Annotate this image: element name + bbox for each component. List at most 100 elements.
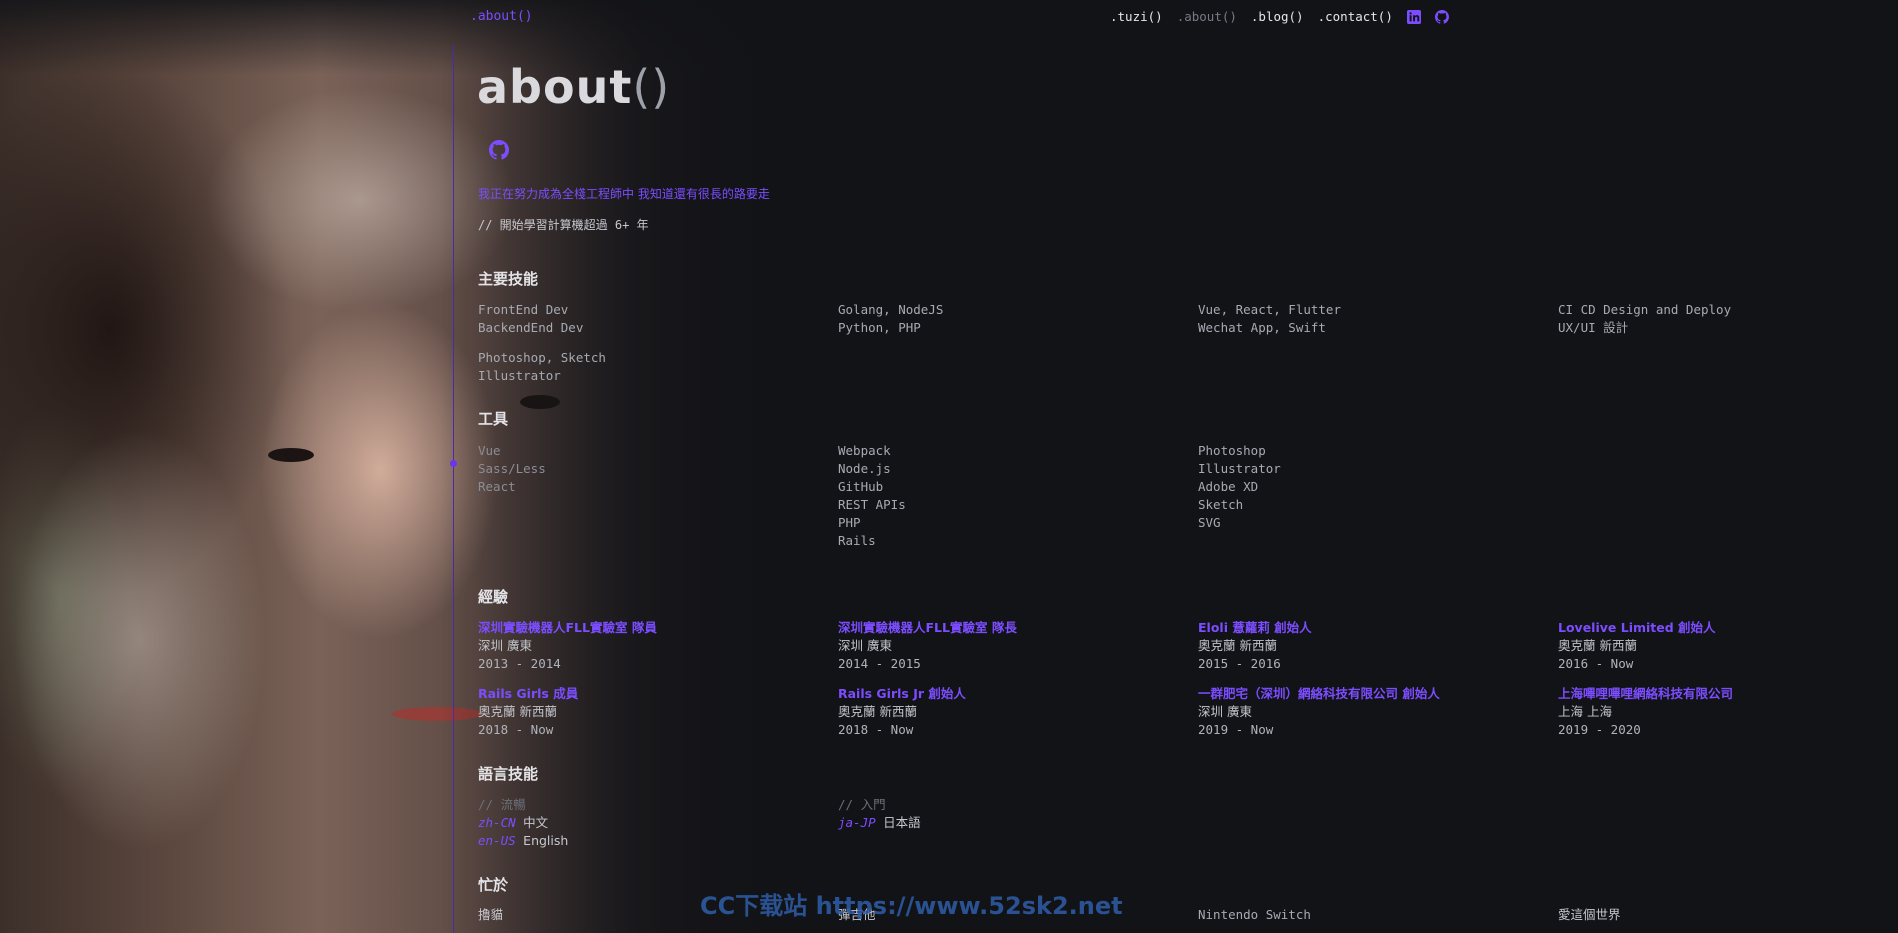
top-nav: .about() .tuzi() .about() .blog() .conta… xyxy=(0,0,1898,34)
busy-title: 忙於 xyxy=(478,876,509,894)
skill-item: BackendEnd Dev xyxy=(478,320,584,335)
since-text: // 開始學習計算機超過 6+ 年 xyxy=(478,218,649,232)
language-name: 日本語 xyxy=(883,815,921,830)
experience-role: Lovelive Limited 創始人 xyxy=(1558,620,1716,635)
experience-item: Lovelive Limited 創始人 奧克蘭 新西蘭 2016 - Now xyxy=(1558,619,1878,673)
skills-col-3: Vue, React, Flutter Wechat App, Swift xyxy=(1198,301,1558,385)
experience-location: 奧克蘭 新西蘭 xyxy=(478,704,557,719)
experience-years: 2019 - 2020 xyxy=(1558,722,1641,737)
page-title: about() xyxy=(477,60,670,114)
experience-role: 上海嗶哩嗶哩網絡科技有限公司 xyxy=(1558,686,1734,701)
languages-title: 語言技能 xyxy=(478,765,539,783)
languages-group-head: // 入門 xyxy=(838,797,886,812)
tools-title: 工具 xyxy=(478,410,509,428)
nav-link-about[interactable]: .about() xyxy=(1177,9,1237,24)
skill-item: Wechat App, Swift xyxy=(1198,320,1326,335)
experience-years: 2019 - Now xyxy=(1198,722,1274,737)
tool-item: React xyxy=(478,479,516,494)
skill-item: UX/UI 設計 xyxy=(1558,320,1629,335)
experience-title: 經驗 xyxy=(478,588,509,606)
skill-item: Vue, React, Flutter xyxy=(1198,302,1341,317)
language-item: zh-CN 中文 xyxy=(478,814,838,832)
experience-item: Rails Girls 成員 奧克蘭 新西蘭 2018 - Now xyxy=(478,685,838,739)
linkedin-icon[interactable] xyxy=(1406,9,1421,24)
skill-item: Photoshop, Sketch xyxy=(478,350,606,365)
experience-role: 深圳實驗機器人FLL實驗室 隊長 xyxy=(838,620,1017,635)
experience-item: 深圳實驗機器人FLL實驗室 隊員 深圳 廣東 2013 - 2014 xyxy=(478,619,838,673)
skills-col-2: Golang, NodeJS Python, PHP xyxy=(838,301,1198,385)
tool-item: Node.js xyxy=(838,461,891,476)
experience-location: 上海 上海 xyxy=(1558,704,1612,719)
tool-item: Rails xyxy=(838,533,876,548)
timeline-line xyxy=(453,45,454,933)
brand-link[interactable]: .about() xyxy=(470,9,533,24)
experience-role: 一群肥宅（深圳）網絡科技有限公司 創始人 xyxy=(1198,686,1440,701)
timeline-dot xyxy=(450,460,457,467)
experience-item: 深圳實驗機器人FLL實驗室 隊長 深圳 廣東 2014 - 2015 xyxy=(838,619,1198,673)
experience-years: 2018 - Now xyxy=(478,722,554,737)
skill-item: Illustrator xyxy=(478,368,561,383)
experience-years: 2018 - Now xyxy=(838,722,914,737)
experience-role: 深圳實驗機器人FLL實驗室 隊員 xyxy=(478,620,657,635)
photo-eye-left xyxy=(268,448,314,462)
tool-item: PHP xyxy=(838,515,861,530)
languages-group-fluent: // 流暢 zh-CN 中文 en-US English xyxy=(478,796,838,850)
tool-item: Sass/Less xyxy=(478,461,546,476)
page-title-text: about xyxy=(477,60,633,114)
experience-location: 奧克蘭 新西蘭 xyxy=(838,704,917,719)
experience-role: Eloli 薏蘿莉 創始人 xyxy=(1198,620,1312,635)
tool-item: GitHub xyxy=(838,479,884,494)
intro-text: 我正在努力成為全棧工程師中 我知道還有很長的路要走 xyxy=(478,187,770,201)
tools-grid: Vue Sass/Less React Webpack Node.js GitH… xyxy=(478,442,1878,550)
language-name: English xyxy=(523,833,569,848)
skill-item: CI CD Design and Deploy xyxy=(1558,302,1732,317)
skills-title: 主要技能 xyxy=(478,270,539,288)
experience-location: 奧克蘭 新西蘭 xyxy=(1558,638,1637,653)
nav-link-blog[interactable]: .blog() xyxy=(1251,9,1304,24)
tool-item: SVG xyxy=(1198,515,1221,530)
languages-group-beginner: // 入門 ja-JP 日本語 xyxy=(838,796,1198,850)
github-icon[interactable] xyxy=(489,140,509,160)
nav-link-contact[interactable]: .contact() xyxy=(1318,9,1393,24)
language-code: en-US xyxy=(478,833,516,848)
language-name: 中文 xyxy=(523,815,549,830)
language-code: zh-CN xyxy=(478,815,516,830)
photo-lips xyxy=(392,707,482,721)
experience-role: Rails Girls 成員 xyxy=(478,686,579,701)
tools-col-1: Vue Sass/Less React xyxy=(478,442,838,550)
experience-item: Eloli 薏蘿莉 創始人 奧克蘭 新西蘭 2015 - 2016 xyxy=(1198,619,1558,673)
tool-item: Photoshop xyxy=(1198,443,1266,458)
experience-years: 2014 - 2015 xyxy=(838,656,921,671)
tool-item: Sketch xyxy=(1198,497,1244,512)
photo-eye-right xyxy=(520,395,560,409)
experience-years: 2013 - 2014 xyxy=(478,656,561,671)
nav-link-tuzi[interactable]: .tuzi() xyxy=(1110,9,1163,24)
nav-links: .tuzi() .about() .blog() .contact() xyxy=(1110,9,1449,24)
language-item: ja-JP 日本語 xyxy=(838,814,1198,832)
experience-item: 一群肥宅（深圳）網絡科技有限公司 創始人 深圳 廣東 2019 - Now xyxy=(1198,685,1558,739)
busy-item: Nintendo Switch xyxy=(1198,907,1311,922)
experience-location: 深圳 廣東 xyxy=(838,638,892,653)
language-code: ja-JP xyxy=(838,815,876,830)
experience-grid: 深圳實驗機器人FLL實驗室 隊員 深圳 廣東 2013 - 2014 深圳實驗機… xyxy=(478,619,1878,751)
tool-item: Webpack xyxy=(838,443,891,458)
busy-grid: 擼貓 彈吉他 Nintendo Switch 愛這個世界 xyxy=(478,906,1878,924)
busy-item: 愛這個世界 xyxy=(1558,907,1621,922)
skill-item: FrontEnd Dev xyxy=(478,302,569,317)
watermark: CC下载站 https://www.52sk2.net xyxy=(700,892,1123,920)
experience-location: 深圳 廣東 xyxy=(1198,704,1252,719)
github-icon[interactable] xyxy=(1434,9,1449,24)
languages-grid: // 流暢 zh-CN 中文 en-US English // 入門 ja-JP… xyxy=(478,796,1878,850)
skill-item: Python, PHP xyxy=(838,320,921,335)
tool-item: REST APIs xyxy=(838,497,906,512)
language-item: en-US English xyxy=(478,832,838,850)
skill-item: Golang, NodeJS xyxy=(838,302,944,317)
experience-years: 2015 - 2016 xyxy=(1198,656,1281,671)
languages-group-head: // 流暢 xyxy=(478,797,526,812)
skills-col-4: CI CD Design and Deploy UX/UI 設計 xyxy=(1558,301,1878,385)
tool-item: Adobe XD xyxy=(1198,479,1259,494)
experience-location: 奧克蘭 新西蘭 xyxy=(1198,638,1277,653)
skill-spacer xyxy=(478,337,838,349)
page-title-parens: () xyxy=(632,60,671,114)
experience-years: 2016 - Now xyxy=(1558,656,1634,671)
